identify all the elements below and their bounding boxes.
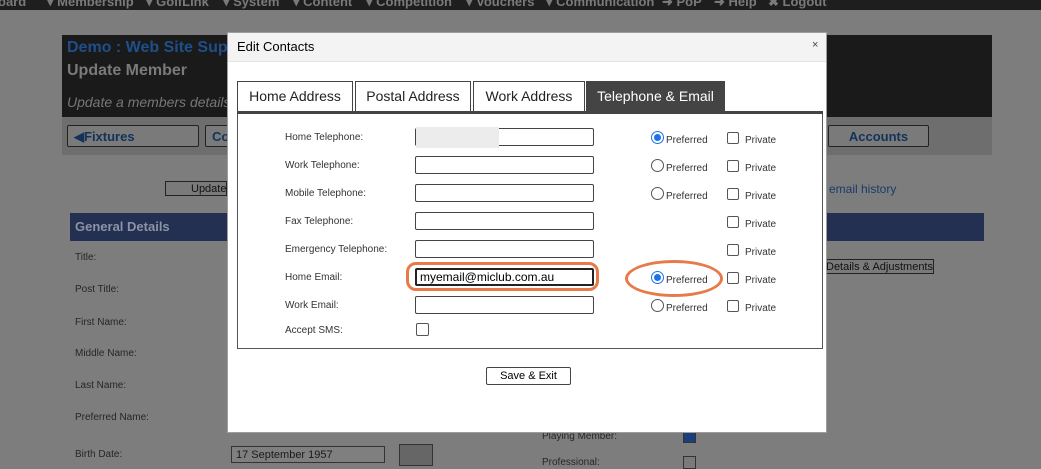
middle-name-label: Middle Name:: [75, 348, 137, 359]
private-label: Private: [745, 219, 777, 230]
work-email-preferred-radio[interactable]: [651, 299, 664, 312]
work-email-input[interactable]: [415, 296, 594, 314]
update-button[interactable]: Update: [165, 181, 227, 196]
private-label: Private: [745, 247, 777, 258]
highlight-ring-preferred: [625, 260, 723, 297]
post-title-label: Post Title:: [75, 284, 119, 295]
home-email-private-checkbox[interactable]: [727, 272, 739, 284]
preferred-label: Preferred: [666, 191, 708, 202]
nav-item-communication[interactable]: ▾ Communication: [546, 0, 654, 10]
details-adjustments-button[interactable]: Details & Adjustments: [821, 259, 934, 274]
nav-item-vouchers[interactable]: ▾ Vouchers: [466, 0, 534, 10]
first-name-label: First Name:: [75, 317, 127, 328]
nav-item-pop[interactable]: ➜ PoP: [662, 0, 702, 10]
fax-telephone-input[interactable]: [415, 212, 594, 230]
private-label: Private: [745, 135, 777, 146]
page-title: Update Member: [67, 62, 188, 79]
mobile-telephone-label: Mobile Telephone:: [285, 188, 366, 199]
work-telephone-preferred-radio[interactable]: [651, 159, 664, 172]
work-email-private-checkbox[interactable]: [727, 300, 739, 312]
page-description: Update a members details: [67, 94, 231, 110]
birth-date-label: Birth Date:: [75, 449, 123, 460]
mobile-telephone-preferred-radio[interactable]: [651, 187, 664, 200]
emergency-telephone-input[interactable]: [415, 240, 594, 258]
highlight-ring-email: [406, 262, 599, 291]
emergency-telephone-private-checkbox[interactable]: [727, 244, 739, 256]
tab-work-address[interactable]: Work Address: [473, 81, 585, 112]
edit-contacts-dialog: Edit Contacts × Home Address Postal Addr…: [227, 32, 827, 433]
work-telephone-input[interactable]: [415, 156, 594, 174]
mobile-telephone-input[interactable]: [415, 184, 594, 202]
home-telephone-preferred-radio[interactable]: [651, 131, 664, 144]
private-label: Private: [745, 191, 777, 202]
nav-item-membership[interactable]: ▾ Membership: [47, 0, 134, 10]
home-telephone-private-checkbox[interactable]: [727, 132, 739, 144]
work-telephone-private-checkbox[interactable]: [727, 160, 739, 172]
preferred-name-label: Preferred Name:: [75, 412, 149, 423]
nav-item-golflink[interactable]: ▾ GolfLink: [146, 0, 209, 10]
nav-item-help[interactable]: ➜ Help: [714, 0, 757, 10]
nav-item-competition[interactable]: ▾ Competition: [366, 0, 452, 10]
tab-home-address[interactable]: Home Address: [237, 81, 353, 112]
top-nav: oard ▾ Membership ▾ GolfLink ▾ System ▾ …: [0, 0, 1041, 10]
work-telephone-label: Work Telephone:: [285, 160, 360, 171]
professional-label: Professional:: [542, 457, 600, 468]
dialog-title: Edit Contacts: [237, 39, 315, 54]
home-email-label: Home Email:: [285, 272, 343, 283]
tab-postal-address[interactable]: Postal Address: [355, 81, 471, 112]
fax-telephone-private-checkbox[interactable]: [727, 216, 739, 228]
tab-telephone-email[interactable]: Telephone & Email: [586, 81, 725, 112]
title-label: Title:: [75, 252, 97, 263]
last-name-label: Last Name:: [75, 380, 127, 391]
section-title: General Details: [75, 219, 170, 234]
birth-date-field[interactable]: 17 September 1957: [231, 446, 385, 463]
preferred-label: Preferred: [666, 303, 708, 314]
email-history-link[interactable]: email history: [829, 182, 896, 196]
fax-telephone-label: Fax Telephone:: [285, 216, 354, 227]
close-icon[interactable]: ×: [812, 39, 818, 51]
redacted-value: [416, 127, 499, 148]
nav-item-logout[interactable]: ✖ Logout: [768, 0, 827, 10]
nav-item[interactable]: oard: [0, 0, 26, 9]
emergency-telephone-label: Emergency Telephone:: [285, 244, 388, 255]
dialog-titlebar: Edit Contacts ×: [228, 33, 826, 62]
site-title: Demo : Web Site Sup: [67, 39, 228, 56]
preferred-label: Preferred: [666, 163, 708, 174]
private-label: Private: [745, 303, 777, 314]
accept-sms-label: Accept SMS:: [285, 325, 343, 336]
calendar-icon[interactable]: [399, 444, 433, 466]
tab-bar: Home Address Postal Address Work Address…: [237, 81, 823, 112]
home-telephone-label: Home Telephone:: [285, 132, 364, 143]
fixtures-button[interactable]: ◀Fixtures: [67, 125, 199, 147]
save-exit-button[interactable]: Save & Exit: [486, 367, 571, 385]
partial-button[interactable]: Co: [205, 125, 229, 147]
professional-checkbox[interactable]: [683, 456, 696, 469]
accounts-button[interactable]: Accounts: [828, 125, 929, 147]
nav-item-content[interactable]: ▾ Content: [293, 0, 352, 10]
accept-sms-checkbox[interactable]: [416, 323, 429, 336]
preferred-label: Preferred: [666, 135, 708, 146]
private-label: Private: [745, 275, 777, 286]
mobile-telephone-private-checkbox[interactable]: [727, 188, 739, 200]
nav-item-system[interactable]: ▾ System: [223, 0, 279, 10]
work-email-label: Work Email:: [285, 300, 339, 311]
private-label: Private: [745, 163, 777, 174]
